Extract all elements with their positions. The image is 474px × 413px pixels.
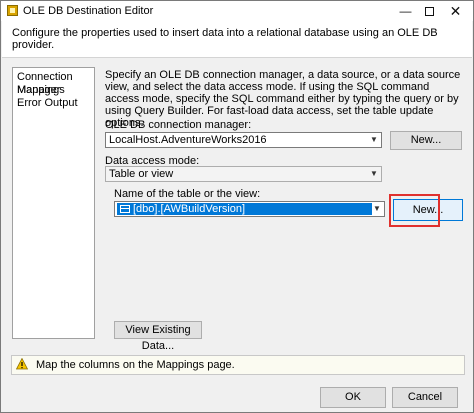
data-access-mode-value: Table or view xyxy=(109,168,174,180)
dropdown-arrow-icon[interactable]: ▼ xyxy=(367,167,381,181)
dialog-window: OLE DB Destination Editor — ✕ Configure … xyxy=(0,0,474,413)
ok-button[interactable]: OK xyxy=(320,387,386,408)
info-bar: Map the columns on the Mappings page. xyxy=(11,355,465,375)
cancel-button[interactable]: Cancel xyxy=(392,387,458,408)
app-icon xyxy=(7,5,18,16)
maximize-icon[interactable] xyxy=(415,1,444,21)
nav-item-mappings[interactable]: Mappings xyxy=(13,84,94,97)
nav-panel: Connection Manager Mappings Error Output xyxy=(12,67,95,339)
table-name-selection: [dbo].[AWBuildVersion] xyxy=(117,203,372,215)
window-title: OLE DB Destination Editor xyxy=(23,5,154,17)
nav-item-error-output[interactable]: Error Output xyxy=(13,97,94,110)
table-name-value: [dbo].[AWBuildVersion] xyxy=(133,203,246,215)
view-existing-data-button[interactable]: View Existing Data... xyxy=(114,321,202,352)
data-access-mode-select[interactable]: Table or view ▼ xyxy=(105,166,382,182)
title-bar[interactable]: OLE DB Destination Editor — ✕ xyxy=(1,1,473,21)
table-icon xyxy=(120,205,130,213)
close-icon[interactable]: ✕ xyxy=(441,1,470,21)
table-name-label: Name of the table or the view: xyxy=(114,188,261,200)
dropdown-arrow-icon[interactable]: ▼ xyxy=(370,202,384,216)
connection-manager-value: LocalHost.AdventureWorks2016 xyxy=(109,134,267,146)
table-name-select[interactable]: [dbo].[AWBuildVersion] ▼ xyxy=(114,201,385,217)
header-description: Configure the properties used to insert … xyxy=(12,27,438,51)
connection-manager-label: OLE DB connection manager: xyxy=(105,119,252,131)
highlight-box xyxy=(389,194,440,227)
connection-manager-select[interactable]: LocalHost.AdventureWorks2016 ▼ xyxy=(105,132,382,148)
new-connection-button[interactable]: New... xyxy=(390,131,462,150)
info-message: Map the columns on the Mappings page. xyxy=(36,359,235,371)
warning-icon xyxy=(16,358,28,370)
dropdown-arrow-icon[interactable]: ▼ xyxy=(367,133,381,147)
nav-item-connection-manager[interactable]: Connection Manager xyxy=(13,71,94,96)
header-band: Configure the properties used to insert … xyxy=(2,21,472,58)
